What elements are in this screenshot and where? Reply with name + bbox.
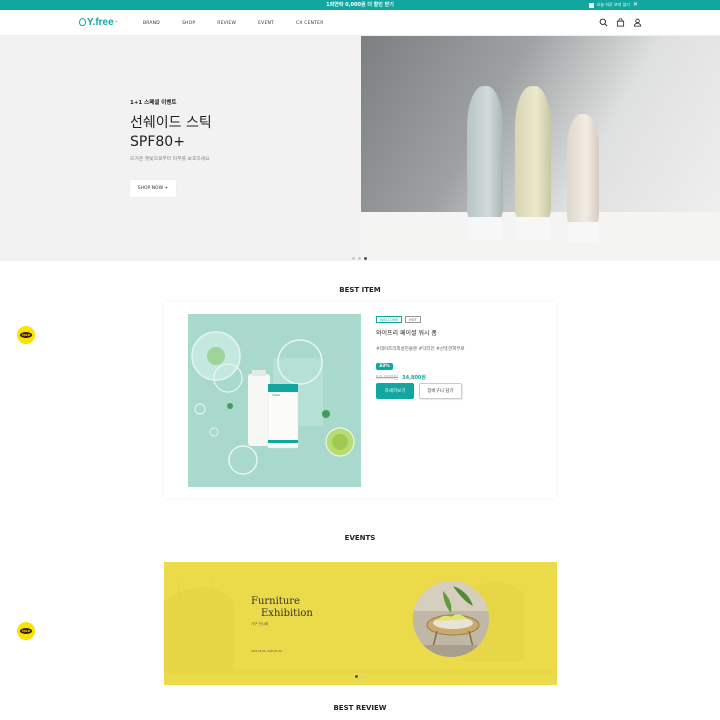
hero-subtitle: 1+1 스페셜 이벤트 <box>130 100 177 106</box>
hero-pagination <box>352 257 367 260</box>
bottle-beige <box>567 114 599 226</box>
hero-title-line2: SPF80+ <box>130 134 185 150</box>
bottle-cap <box>516 217 550 239</box>
best-item-info: WELCOME HOT 와이프리 페이셜 워시 폼 #데이즈리피성진클렌 #닥터… <box>376 316 465 381</box>
bottle-cap <box>468 217 502 239</box>
nav-item-shop[interactable]: SHOP <box>182 21 195 26</box>
kakao-talk-button[interactable]: TALK <box>17 622 35 640</box>
event-title-line2: Exhibition <box>261 608 313 619</box>
product-tags: WELCOME HOT <box>376 316 465 323</box>
best-review-title: BEST REVIEW <box>333 704 387 712</box>
event-banner-date: 2024.06.01~2024.06.30 <box>251 650 282 653</box>
notice-dismiss-label[interactable]: 오늘 하루 보지 않기 <box>597 0 630 10</box>
furniture-photo <box>413 581 489 657</box>
price-sale: 34,800원 <box>402 375 427 381</box>
hero-slider: 1+1 스페셜 이벤트 선쉐이드 스틱 SPF80+ 뜨거운 햇빛으로부터 피부… <box>0 36 720 261</box>
event-title-line1: Furniture <box>251 596 300 607</box>
logo-text: Y.free <box>87 16 114 28</box>
checkbox-icon[interactable] <box>588 2 594 8</box>
product-photo <box>188 314 361 487</box>
best-item-image[interactable]: Y.free <box>188 314 361 487</box>
hero-title-line1: 선쉐이드 스틱 <box>130 115 212 131</box>
drop-logo-icon <box>79 18 86 26</box>
slide-dot[interactable] <box>361 675 364 678</box>
user-icon[interactable] <box>633 18 642 27</box>
event-banner-subtitle: 가구 전시회 <box>251 622 269 626</box>
bottle-cap <box>568 222 598 242</box>
slide-dot[interactable] <box>358 257 361 260</box>
site-logo[interactable]: Y.free ™ <box>79 16 118 28</box>
discount-badge: 33% <box>376 363 393 370</box>
hero-title: 선쉐이드 스틱 SPF80+ <box>130 114 212 152</box>
slide-dot-active[interactable] <box>355 675 358 678</box>
best-item-title: BEST ITEM <box>339 286 381 294</box>
notice-dismiss[interactable]: 오늘 하루 보지 않기 ✕ <box>588 0 638 10</box>
kakao-chat-icon: TALK <box>19 628 33 634</box>
site-header: Y.free ™ BRAND SHOP REVIEW EVENT CX CENT… <box>0 10 720 36</box>
product-hashtags: #데이즈리피성진클렌 #닥터인 #산뜻한피부로 <box>376 347 465 352</box>
events-title: EVENTS <box>344 534 376 542</box>
search-icon[interactable] <box>599 18 608 27</box>
hero-description: 뜨거운 햇빛으로부터 피부를 보호하세요 <box>130 157 210 162</box>
bag-icon[interactable] <box>616 18 625 27</box>
add-to-cart-button[interactable]: 장바구니 담기 <box>419 383 462 399</box>
view-detail-button[interactable]: 자세히보기 <box>376 383 414 399</box>
event-pagination <box>355 675 364 678</box>
tag-hot: HOT <box>405 316 421 323</box>
bottle-blue <box>467 86 503 222</box>
product-name[interactable]: 와이프리 페이셜 워시 폼 <box>376 328 465 337</box>
main-nav: BRAND SHOP REVIEW EVENT CX CENTER <box>143 10 346 36</box>
event-banner[interactable] <box>164 562 557 685</box>
nav-item-brand[interactable]: BRAND <box>143 21 160 26</box>
shop-now-button[interactable]: SHOP NOW + <box>130 180 176 197</box>
slide-dot-active[interactable] <box>364 257 367 260</box>
logo-trademark: ™ <box>114 20 118 24</box>
event-furniture-image <box>413 581 489 657</box>
product-package-label: Y.free <box>272 393 281 397</box>
nav-item-event[interactable]: EVENT <box>258 21 274 26</box>
kakao-talk-button[interactable]: TALK <box>17 326 35 344</box>
hero-product-image <box>361 36 720 261</box>
nav-item-cx-center[interactable]: CX CENTER <box>296 21 324 26</box>
close-icon[interactable]: ✕ <box>633 0 638 10</box>
event-banner-background <box>164 562 557 685</box>
header-icons <box>599 18 642 27</box>
product-prices: 50,000원 34,800원 <box>376 374 465 381</box>
nav-item-review[interactable]: REVIEW <box>217 21 236 26</box>
kakao-chat-icon: TALK <box>19 332 33 338</box>
product-actions: 자세히보기 장바구니 담기 <box>376 383 462 399</box>
slide-dot[interactable] <box>352 257 355 260</box>
event-banner-title: Furniture Exhibition <box>251 596 313 620</box>
bottle-yellow <box>515 86 551 222</box>
tag-welcome: WELCOME <box>376 316 403 323</box>
price-original: 50,000원 <box>376 375 399 381</box>
